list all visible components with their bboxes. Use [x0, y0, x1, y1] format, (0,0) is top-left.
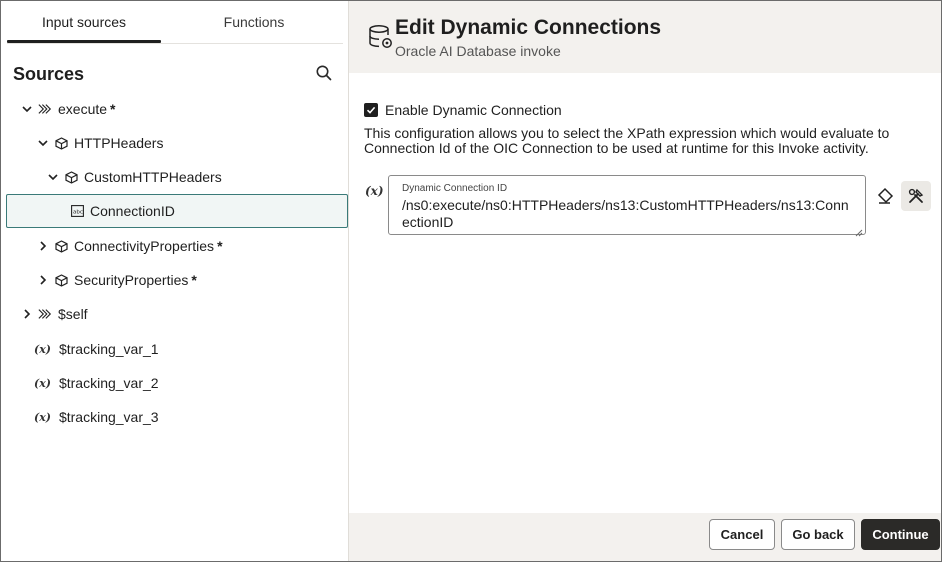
field-label: Dynamic Connection ID: [402, 183, 508, 194]
panel-tabs: Input sources Functions: [1, 1, 348, 44]
tree-item-tracking-var-2[interactable]: (x) $tracking_var_2: [6, 366, 348, 400]
checkbox-checked-icon[interactable]: [364, 103, 378, 117]
tab-functions[interactable]: Functions: [169, 1, 339, 44]
required-marker: *: [110, 101, 116, 117]
dialog-title: Edit Dynamic Connections: [395, 16, 662, 39]
database-connection-icon: [367, 23, 395, 51]
tree-item-self[interactable]: $self: [6, 297, 348, 331]
enable-dynamic-connection-checkbox[interactable]: Enable Dynamic Connection: [364, 102, 562, 118]
variable-icon: (x): [34, 410, 51, 424]
complex-element-icon: [64, 170, 78, 184]
tabs-divider: [7, 43, 343, 44]
dialog-header: Edit Dynamic Connections Oracle AI Datab…: [349, 1, 941, 73]
dialog-window: Input sources Functions Sources execute …: [0, 0, 942, 562]
tools-icon[interactable]: [901, 181, 931, 211]
tree-item-label: ConnectivityProperties: [74, 238, 215, 254]
eraser-icon[interactable]: [875, 186, 895, 206]
dialog-subtitle: Oracle AI Database invoke: [395, 43, 561, 59]
tree-item-label: SecurityProperties: [74, 272, 189, 288]
configuration-description: This configuration allows you to select …: [364, 125, 890, 156]
tree-item-label: $tracking_var_2: [58, 375, 159, 391]
chevron-right-icon[interactable]: [36, 273, 50, 287]
tree-item-tracking-var-1[interactable]: (x) $tracking_var_1: [6, 332, 348, 366]
continue-button[interactable]: Continue: [861, 519, 940, 550]
required-marker: *: [217, 238, 223, 254]
tree-item-label: $tracking_var_3: [58, 409, 159, 425]
variable-icon: (x): [34, 342, 51, 356]
tree-item-label: ConnectionID: [90, 203, 175, 219]
svg-text:abc: abc: [73, 210, 83, 216]
chevron-down-icon[interactable]: [36, 136, 50, 150]
dialog-footer: Cancel Go back Continue: [349, 513, 941, 561]
dynamic-connection-id-field[interactable]: Dynamic Connection ID /ns0:execute/ns0:H…: [388, 175, 866, 237]
complex-element-icon: [54, 239, 68, 253]
complex-element-icon: [54, 273, 68, 287]
sources-panel: Input sources Functions Sources execute …: [1, 1, 349, 561]
dialog-body: Enable Dynamic Connection This configura…: [349, 73, 941, 513]
search-icon[interactable]: [313, 62, 335, 84]
tree-item-label: $tracking_var_1: [58, 341, 159, 357]
tree-item-label: execute: [58, 101, 108, 117]
tree-item-label: CustomHTTPHeaders: [84, 169, 222, 185]
tree-item-connectionid[interactable]: abc ConnectionID: [6, 194, 348, 228]
variable-icon: (x): [365, 184, 384, 198]
tree-item-customhttpheaders[interactable]: CustomHTTPHeaders: [6, 160, 348, 194]
chevron-right-icon[interactable]: [20, 307, 34, 321]
complex-element-icon: [54, 136, 68, 150]
tab-input-sources[interactable]: Input sources: [7, 1, 161, 44]
tree-item-connectivityproperties[interactable]: ConnectivityProperties *: [6, 229, 348, 263]
chevron-down-icon[interactable]: [46, 170, 60, 184]
sources-heading: Sources: [13, 64, 85, 84]
string-field-icon: abc: [70, 204, 84, 218]
resize-handle-icon[interactable]: [855, 224, 863, 237]
chevron-right-icon[interactable]: [36, 239, 50, 253]
variable-icon: (x): [34, 376, 51, 390]
operation-icon: [38, 102, 52, 116]
tree-item-httpheaders[interactable]: HTTPHeaders: [6, 126, 348, 160]
cancel-button[interactable]: Cancel: [709, 519, 775, 550]
operation-icon: [38, 307, 52, 321]
go-back-button[interactable]: Go back: [781, 519, 855, 550]
tree-item-label: HTTPHeaders: [74, 135, 164, 151]
chevron-down-icon[interactable]: [20, 102, 34, 116]
required-marker: *: [191, 272, 197, 288]
checkbox-label: Enable Dynamic Connection: [385, 102, 562, 118]
tree-item-securityproperties[interactable]: SecurityProperties *: [6, 263, 348, 297]
tree-item-execute[interactable]: execute *: [6, 92, 348, 126]
tree-item-tracking-var-3[interactable]: (x) $tracking_var_3: [6, 400, 348, 434]
xpath-expression-value[interactable]: /ns0:execute/ns0:HTTPHeaders/ns13:Custom…: [402, 197, 854, 231]
tree-item-label: $self: [58, 306, 88, 322]
